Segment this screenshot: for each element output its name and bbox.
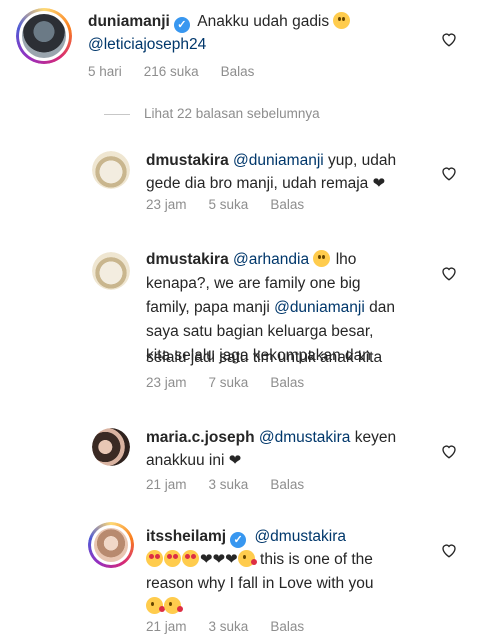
verified-badge-icon: ✓ [230,532,247,548]
reply-3-reply-button[interactable]: Balas [270,477,304,492]
reply-1-text: dmustakira @duniamanji yup, udah [146,149,396,172]
reply-1-reply-button[interactable]: Balas [270,197,304,212]
view-previous-replies[interactable]: Lihat 22 balasan sebelumnya [104,106,320,121]
reply-3-time: 21 jam [146,477,187,492]
reply-1-line2: gede dia bro manji, udah remaja [146,175,369,192]
view-previous-label: Lihat 22 balasan sebelumnya [144,106,320,121]
hushed-face-emoji-icon [313,250,331,267]
reply-4-line3: reason why I fall in Love with you [146,575,374,592]
reply-1-mention[interactable]: @duniamanji [233,152,324,169]
reply-2-line3-mention[interactable]: @duniamanji [274,299,365,316]
like-heart-icon[interactable] [440,164,458,182]
reply-3-line2: anakkuu ini [146,452,225,469]
comment-time: 5 hari [88,64,122,79]
comment-mention[interactable]: @leticiajoseph24 [88,33,206,56]
reply-3-meta: 21 jam 3 suka Balas [146,477,326,492]
reply-1-line2-row: gede dia bro manji, udah remaja ❤ [146,172,385,195]
reply-2-meta: 23 jam 7 suka Balas [146,375,326,390]
like-heart-icon[interactable] [440,264,458,282]
reply-2-likes[interactable]: 7 suka [209,375,249,390]
reply-2-line3-post: dan [364,299,395,316]
reply-4-username[interactable]: itssheilamj [146,528,226,545]
reply-2-username[interactable]: dmustakira [146,251,229,268]
like-heart-icon[interactable] [440,442,458,460]
divider-line [104,113,130,115]
avatar-dmustakira[interactable] [92,151,130,189]
grinning-face-emoji-icon [333,12,351,29]
reply-1-time: 23 jam [146,197,187,212]
reply-4-line2-tail: this is one of the [255,551,373,568]
reply-4-reply-button[interactable]: Balas [270,619,304,634]
verified-badge-icon: ✓ [173,17,190,33]
comment-body: Anakku udah gadis [197,13,330,30]
black-heart-icon: ❤❤❤ [200,551,238,568]
comment-username[interactable]: duniamanji [88,13,170,30]
heart-eyes-emoji-icon [146,550,163,567]
face-blowing-kiss-emoji-icon [164,597,183,614]
comment-reply-button[interactable]: Balas [221,64,255,79]
reply-2-line6-visible: selalu jadi satu tim untuk anak kita [146,349,383,366]
face-blowing-kiss-emoji-icon [146,597,165,614]
reply-4-likes[interactable]: 3 suka [209,619,249,634]
reply-4-line4-row [146,595,183,618]
reply-4-line1-row: itssheilamj ✓ @dmustakira [146,525,346,548]
black-heart-icon: ❤ [228,452,242,469]
face-blowing-kiss-emoji-icon [237,550,257,567]
reply-4-time: 21 jam [146,619,187,634]
avatar-dmustakira[interactable] [92,252,130,290]
reply-3-likes[interactable]: 3 suka [209,477,249,492]
reply-4-mention[interactable]: @dmustakira [254,528,346,545]
reply-3-line2-row: anakkuu ini ❤ [146,449,241,472]
like-heart-icon[interactable] [440,541,458,559]
reply-4-line2-row: ❤❤❤ this is one of the [146,548,373,571]
reply-2-line4: saya satu bagian keluarga besar, [146,323,374,340]
reply-3-username[interactable]: maria.c.joseph [146,429,255,446]
reply-3-line1-tail: keyen [350,429,397,446]
heart-eyes-emoji-icon [164,550,181,567]
avatar-duniamanji[interactable] [16,8,72,64]
comment-text: duniamanji ✓ Anakku udah gadis [88,10,351,33]
reply-4-meta: 21 jam 3 suka Balas [146,619,326,634]
reply-2-line1-tail: lho [335,251,357,268]
reply-1-likes[interactable]: 5 suka [209,197,249,212]
reply-2-mention[interactable]: @arhandia [233,251,309,268]
like-heart-icon[interactable] [440,30,458,48]
comment-meta: 5 hari 216 suka Balas [88,64,276,79]
reply-2-line2: kenapa?, we are family one big [146,275,361,292]
reply-1-meta: 23 jam 5 suka Balas [146,197,326,212]
reply-2-reply-button[interactable]: Balas [270,375,304,390]
avatar-maria-c-joseph[interactable] [92,428,130,466]
reply-2-line3-pre: family, papa manji [146,299,275,316]
black-heart-icon: ❤ [372,175,386,192]
reply-1-username[interactable]: dmustakira [146,152,229,169]
reply-2-time: 23 jam [146,375,187,390]
reply-3-line1-row: maria.c.joseph @dmustakira keyen [146,426,396,449]
comment-likes[interactable]: 216 suka [144,64,199,79]
heart-eyes-emoji-icon [182,550,199,567]
reply-2-line1-row: dmustakira @arhandia lho [146,248,356,271]
reply-3-mention[interactable]: @dmustakira [259,429,351,446]
avatar-itssheilamj[interactable] [88,522,134,568]
reply-2-line3-row: family, papa manji @duniamanji dan [146,296,395,319]
reply-1-line1: yup, udah [323,152,397,169]
